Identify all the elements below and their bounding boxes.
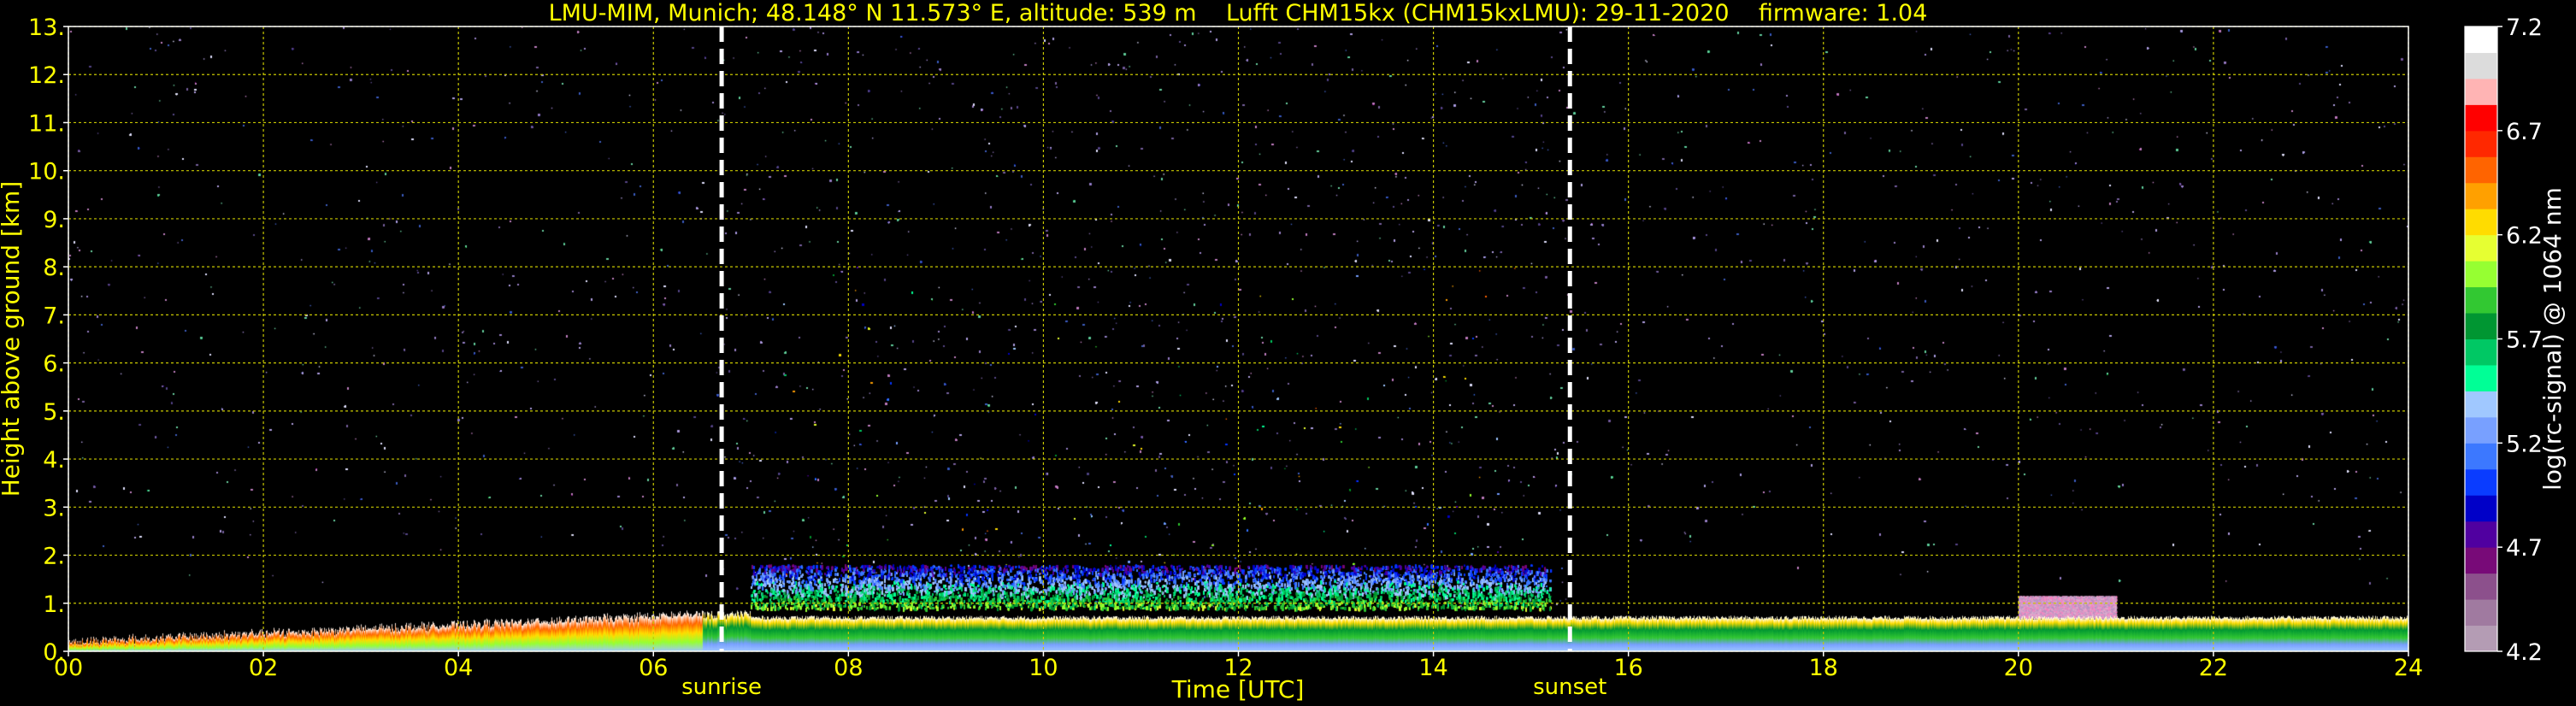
colorbar-tick-label: 5.7	[2506, 327, 2543, 354]
colorbar-segment	[2465, 416, 2497, 444]
y-tick-label: 0.	[43, 639, 65, 666]
colorbar-tick-label: 6.2	[2506, 223, 2543, 250]
x-tick-label: 24	[2394, 655, 2423, 681]
colorbar-segment	[2465, 599, 2497, 627]
x-tick-label: 18	[1809, 655, 1838, 681]
sunrise-label: sunrise	[681, 674, 762, 700]
y-tick-label: 12.	[28, 62, 65, 89]
colorbar-segment	[2465, 495, 2497, 522]
colorbar-segment	[2465, 547, 2497, 574]
x-tick-label: 04	[444, 655, 473, 681]
y-tick-label: 8.	[43, 255, 65, 281]
colorbar-segment	[2465, 104, 2497, 132]
colorbar-segment	[2465, 286, 2497, 314]
y-tick-label: 11.	[28, 110, 65, 137]
colorbar-segment	[2465, 338, 2497, 366]
x-tick-label: 14	[1418, 655, 1447, 681]
colorbar-segment	[2465, 443, 2497, 470]
colorbar-segment	[2465, 313, 2497, 339]
chart-svg: sunrise sunset00 02 04 06 08 10 12 14 16 18 20 22 240…	[0, 0, 2567, 703]
colorbar-segment	[2465, 78, 2497, 105]
sunset-label: sunset	[1533, 674, 1606, 700]
x-tick-label: 22	[2199, 655, 2228, 681]
x-tick-label: 20	[2004, 655, 2033, 681]
colorbar-segment	[2465, 156, 2497, 184]
y-tick-label: 6.	[43, 351, 65, 378]
colorbar-segment	[2465, 182, 2497, 209]
colorbar-tick-label: 6.7	[2506, 119, 2543, 145]
lidar-chart: sunrise sunset 00 02 04 06 08 10 12 14 16 18 20 22 24 0…	[0, 0, 2576, 706]
y-tick-label: 9.	[43, 207, 65, 233]
y-tick-label: 7.	[43, 303, 65, 329]
colorbar-segment	[2465, 261, 2497, 288]
colorbar-segment	[2465, 209, 2497, 236]
y-tick-label: 5.	[43, 399, 65, 426]
y-axis-label: Height above ground [km]	[0, 181, 25, 497]
colorbar-segment	[2465, 391, 2497, 418]
colorbar-segment	[2465, 625, 2497, 652]
colorbar-segment	[2465, 364, 2497, 391]
y-tick-label: 2.	[43, 544, 65, 570]
colorbar-segment	[2465, 234, 2497, 262]
colorbar-segment	[2465, 26, 2497, 53]
x-tick-label: 06	[639, 655, 668, 681]
y-tick-label: 3.	[43, 495, 65, 521]
x-axis-label: Time [UTC]	[1171, 675, 1305, 703]
colorbar-segment	[2465, 52, 2497, 79]
x-tick-label: 02	[249, 655, 278, 681]
colorbar-segment	[2465, 468, 2497, 496]
x-tick-label: 08	[834, 655, 863, 681]
y-tick-label: 10.	[28, 159, 65, 185]
colorbar-tick-label: 7.2	[2506, 15, 2543, 41]
y-tick-label: 13.	[28, 15, 65, 41]
colorbar-label: log(rc-signal) @ 1064 nm	[2538, 187, 2567, 491]
chart-title: LMU-MIM, Munich; 48.148° N 11.573° E, al…	[549, 0, 1928, 26]
y-tick-label: 1.	[43, 591, 65, 618]
colorbar-tick-label: 4.2	[2506, 639, 2543, 666]
colorbar-tick-label: 4.7	[2506, 535, 2543, 562]
y-tick-label: 4.	[43, 447, 65, 474]
colorbar-segment	[2465, 573, 2497, 600]
colorbar-tick-label: 5.2	[2506, 431, 2543, 457]
x-tick-label: 10	[1029, 655, 1058, 681]
colorbar-segment	[2465, 130, 2497, 157]
colorbar-segment	[2465, 521, 2497, 548]
x-tick-label: 16	[1613, 655, 1642, 681]
colorbar: 4.2 4.7 5.2 5.7 6.2 6.7 7.2 log(rc-signal) @ 10…	[2464, 15, 2567, 666]
